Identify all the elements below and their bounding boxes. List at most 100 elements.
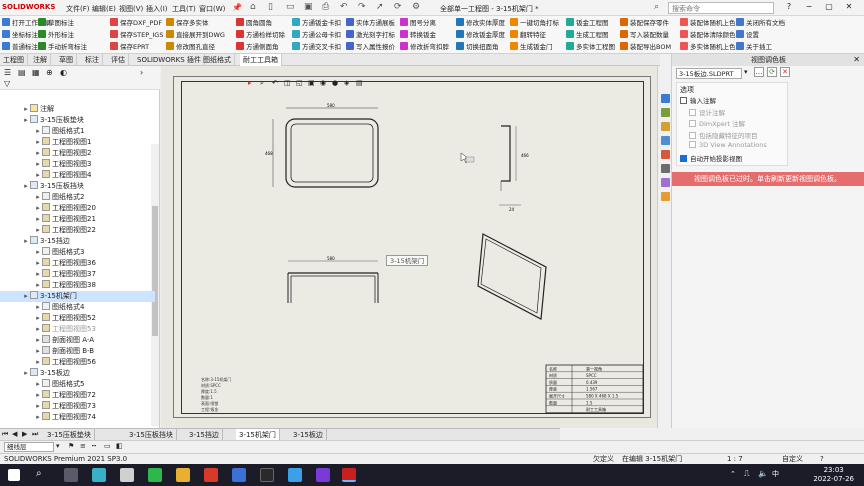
checkbox[interactable] [680,154,687,162]
next-sheet-icon[interactable]: ▶ [22,430,27,438]
input-method-icon[interactable]: 中 [772,469,779,479]
line-color-icon[interactable]: ⚑ [68,442,74,450]
taskbar-clock[interactable]: 23:03 2022-07-26 [813,466,854,484]
select-icon[interactable]: ➚ [376,2,384,12]
command-col11-0[interactable]: 钣金工程图 [566,18,609,29]
command-col9-0[interactable]: 修改实体厚度 [456,18,505,29]
dimxpert-icon[interactable]: ⊕ [46,68,53,77]
options-icon[interactable]: ⚙ [412,2,420,12]
dropdown-arrow-icon[interactable]: ▾ [744,68,748,76]
command-col8-2[interactable]: 修改折弯扣脖 [400,42,449,53]
command-col5-1[interactable]: 方通检样切除 [236,30,285,41]
expand-arrow-icon[interactable]: ▸ [34,126,42,137]
tree-item[interactable]: ▸ 3-15挡边 [0,236,155,247]
expand-arrow-icon[interactable]: ▸ [22,115,30,126]
command-col3-2[interactable]: 保存EPRT [110,42,149,53]
feature-tree-icon[interactable]: ☰ [4,68,11,77]
file-select[interactable]: 3-15板边.SLDPRT [676,68,742,79]
tree-item[interactable]: ▸ 图纸格式2 [0,192,155,203]
expand-arrow-icon[interactable]: ▸ [22,104,30,115]
tree-item[interactable]: ▸ 工程图视图52 [0,313,155,324]
tree-item[interactable]: ▸ 3-15压板挡块 [0,181,155,192]
option-checkbox-row[interactable]: DimXpert 注解 [689,118,745,128]
side-view[interactable] [499,125,521,206]
command-tab-2[interactable]: 草图 [56,54,77,66]
search-input[interactable]: 搜索命令 [668,2,774,14]
taskbar-search-icon[interactable]: ⌕ [36,468,50,482]
visual-studio-icon[interactable] [316,468,330,482]
expand-arrow-icon[interactable]: ▸ [34,324,42,335]
last-sheet-icon[interactable]: ⏭ [32,430,38,439]
expand-arrow-icon[interactable]: ▸ [34,302,42,313]
command-col9-1[interactable]: 修改钣金厚度 [456,30,505,41]
network-icon[interactable]: ⎍ [744,469,750,479]
command-col8-1[interactable]: 转换钣金 [400,30,436,41]
expand-arrow-icon[interactable]: ▸ [34,280,42,291]
display-manager-icon[interactable]: ◐ [60,68,67,77]
layer-dropdown-icon[interactable]: ▾ [56,442,60,450]
tree-item[interactable]: ▸ 工程图视图53 [0,324,155,335]
file-explorer-taskbar-icon[interactable] [176,468,190,482]
command-col5-2[interactable]: 方通侧面角 [236,42,279,53]
command-col14-0[interactable]: 关闭所有文档 [736,18,785,29]
command-col5-0[interactable]: 圆角圆角 [236,18,272,29]
command-tab-5[interactable]: SOLIDWORKS 插件 [134,54,205,66]
tree-item[interactable]: ▸ 工程图视图20 [0,203,155,214]
office-icon[interactable] [204,468,218,482]
color-display-icon[interactable]: ◧ [116,442,123,450]
dimension-side[interactable]: 24 [509,207,515,212]
filter-icon[interactable]: ▽ [4,79,10,88]
command-tab-6[interactable]: 图纸格式 [200,54,235,66]
expand-arrow-icon[interactable]: ▸ [34,192,42,203]
command-col7-0[interactable]: 实体方通展板 [346,18,395,29]
network-app-icon[interactable] [288,468,302,482]
first-sheet-icon[interactable]: ⏮ [2,430,8,439]
qq-icon[interactable] [260,468,274,482]
command-col13-2[interactable]: 多实体随机上色 [680,42,736,53]
toolbox-icon[interactable] [661,192,670,201]
prev-sheet-icon[interactable]: ◀ [12,430,17,438]
tree-item[interactable]: ▸ 工程图视图37 [0,269,155,280]
tree-item[interactable]: ▸ 剖面视图 B-B [0,346,155,357]
expand-arrow-icon[interactable]: ▸ [34,159,42,170]
maximize-button[interactable]: ▢ [820,2,838,14]
command-col4-2[interactable]: 修改图孔直径 [166,42,215,53]
property-manager-icon[interactable]: ▤ [18,68,26,77]
menu-view[interactable]: 视图(V) [119,4,143,14]
line-style-icon[interactable]: ┅ [92,442,96,450]
volume-icon[interactable]: 🔈 [758,469,768,478]
expand-arrow-icon[interactable]: ▸ [34,390,42,401]
command-col4-1[interactable]: 直接展开到DWG [166,30,225,41]
command-col10-1[interactable]: 翻转特征 [510,30,546,41]
layer-select[interactable]: 细线层 [4,442,54,452]
isometric-view[interactable] [477,233,547,320]
checkbox[interactable] [689,108,696,116]
expand-arrow-icon[interactable]: ▸ [34,401,42,412]
menu-insert[interactable]: 插入(I) [146,4,168,14]
tree-item[interactable]: ▸ 3-15机架门 [0,291,155,302]
command-col7-1[interactable]: 激光刻字打标 [346,30,395,41]
clear-icon[interactable]: ✕ [780,67,790,77]
menu-tools[interactable]: 工具(T) [172,4,196,14]
hide-edge-icon[interactable]: ▭ [104,442,111,450]
new-file-icon[interactable]: ▯ [268,2,273,12]
tree-item[interactable]: ▸ 工程图视图73 [0,401,155,412]
command-col8-0[interactable]: 图号分离 [400,18,436,29]
custom-properties-icon[interactable] [661,164,670,173]
command-col13-0[interactable]: 装配体随机上色 [680,18,736,29]
expand-arrow-icon[interactable]: ▸ [34,258,42,269]
pane-close-icon[interactable]: ✕ [853,55,860,64]
expand-arrow-icon[interactable]: ▸ [34,313,42,324]
command-col3-1[interactable]: 保存STEP_IGS [110,30,163,41]
command-col6-1[interactable]: 方通公母卡扣 [292,30,341,41]
dimension-left[interactable]: 468 [265,151,273,156]
tree-item[interactable]: ▸ 工程图视图38 [0,280,155,291]
help-icon[interactable]: ? [780,2,798,14]
tree-item[interactable]: ▸ 工程图视图3 [0,159,155,170]
command-col9-2[interactable]: 切换扭面角 [456,42,499,53]
tree-item[interactable]: ▸ 图纸格式3 [0,247,155,258]
expand-arrow-icon[interactable]: ▸ [22,368,30,379]
command-col12-2[interactable]: 装配导出BOM [620,42,671,53]
command-col4-0[interactable]: 保存多实体 [166,18,209,29]
expand-arrow-icon[interactable]: ▸ [34,247,42,258]
